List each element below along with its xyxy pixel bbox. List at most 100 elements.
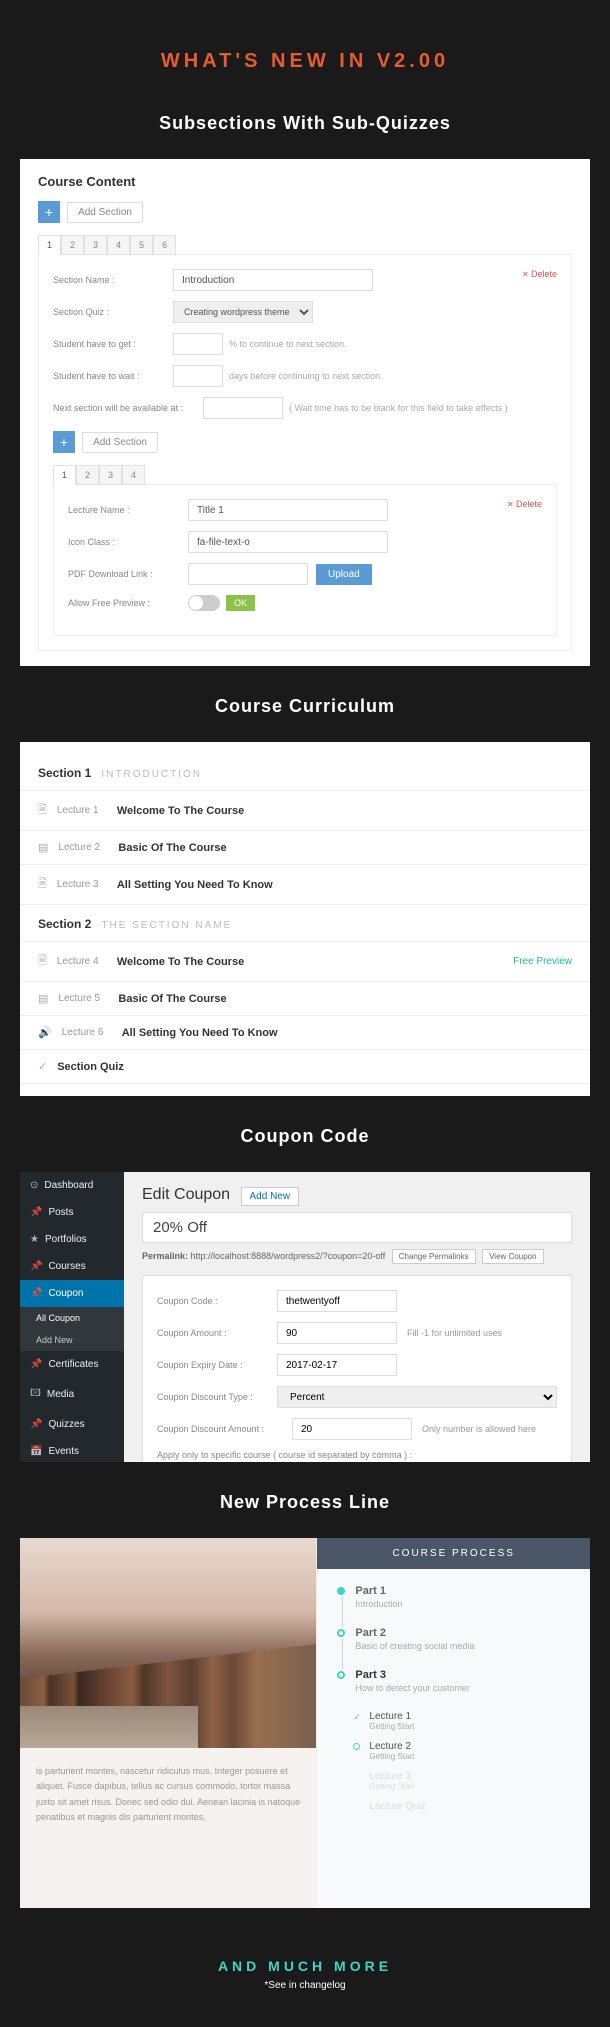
upload-button[interactable]: Upload — [316, 564, 372, 585]
apply-label: Apply only to specific course ( course i… — [157, 1450, 412, 1460]
lecture-row[interactable]: ▤Lecture 2Basic Of The Course — [20, 831, 590, 865]
circle-icon — [353, 1743, 360, 1750]
sidebar-item-certificates[interactable]: 📌Certificates — [20, 1351, 124, 1378]
pin-icon: 📌 — [30, 1288, 42, 1299]
sidebar-item-coupon[interactable]: 📌Coupon — [20, 1280, 124, 1307]
sidebar-item-portfolios[interactable]: ★Portfolios — [20, 1226, 124, 1253]
pin-icon: 📌 — [30, 1419, 42, 1430]
lecture-editor: Delete Lecture Name : Icon Class : PDF D… — [53, 484, 557, 636]
process-part-1[interactable]: Part 1Introduction — [337, 1585, 570, 1609]
tab-1[interactable]: 1 — [38, 235, 61, 255]
add-subsection-label: Add Section — [82, 432, 158, 453]
pdf-input[interactable] — [188, 563, 308, 585]
coupon-title-input[interactable]: 20% Off — [142, 1212, 572, 1243]
amount-hint: Fill -1 for unlimited uses — [407, 1328, 502, 1338]
coupon-code-input[interactable] — [277, 1290, 397, 1312]
inner-tab-3[interactable]: 3 — [99, 465, 122, 485]
course-content-panel: Course Content + Add Section 123456 Dele… — [20, 159, 590, 666]
sidebar-item-media[interactable]: 🖾Media — [20, 1378, 124, 1411]
section-quiz-select[interactable]: Creating wordpress theme — [173, 301, 313, 323]
process-part-3[interactable]: Part 3How to detect your customer — [337, 1669, 570, 1693]
student-wait-hint: days before continuing to next section. — [229, 371, 383, 381]
coupon-amount-input[interactable] — [277, 1322, 397, 1344]
media-icon: 🖾 — [30, 1386, 41, 1403]
tab-6[interactable]: 6 — [153, 235, 176, 255]
tab-3[interactable]: 3 — [84, 235, 107, 255]
next-avail-input[interactable] — [203, 397, 283, 419]
curriculum-section-2: Section 2THE SECTION NAME — [20, 905, 590, 942]
coupon-expiry-input[interactable] — [277, 1354, 397, 1376]
student-get-input[interactable] — [173, 333, 223, 355]
coupon-expiry-label: Coupon Expiry Date : — [157, 1360, 277, 1370]
add-new-button[interactable]: Add New — [241, 1187, 300, 1206]
coupon-form: Coupon Code : Coupon Amount :Fill -1 for… — [142, 1275, 572, 1462]
view-coupon-button[interactable]: View Coupon — [482, 1249, 543, 1264]
free-preview-toggle[interactable] — [188, 595, 220, 611]
discount-type-label: Coupon Discount Type : — [157, 1392, 277, 1402]
pin-icon: 📌 — [30, 1207, 42, 1218]
free-preview-link[interactable]: Free Preview — [513, 956, 572, 967]
edit-coupon-title: Edit Coupon — [142, 1186, 230, 1204]
star-icon: ★ — [30, 1234, 39, 1245]
add-subsection-button[interactable]: + — [53, 431, 75, 453]
lecture-row[interactable]: ▤Lecture 5Basic Of The Course — [20, 982, 590, 1016]
sidebar-sub-add-new[interactable]: Add New — [20, 1329, 124, 1351]
sidebar-item-quizzes[interactable]: 📌Quizzes — [20, 1411, 124, 1438]
discount-type-select[interactable]: Percent — [277, 1386, 557, 1408]
tab-2[interactable]: 2 — [61, 235, 84, 255]
curriculum-section-1: Section 1INTRODUCTION — [20, 754, 590, 791]
icon-class-input[interactable] — [188, 531, 388, 553]
section-heading-curriculum: Course Curriculum — [0, 696, 610, 717]
discount-amount-input[interactable] — [292, 1418, 412, 1440]
student-get-hint: % to continue to next section. — [229, 339, 347, 349]
sidebar-item-posts[interactable]: 📌Posts — [20, 1199, 124, 1226]
coupon-amount-label: Coupon Amount : — [157, 1328, 277, 1338]
inner-tabs: 1234 — [53, 465, 557, 485]
sidebar-item-events[interactable]: 📅Events — [20, 1438, 124, 1462]
process-panel: is parturient montes, nascetur ridiculus… — [20, 1538, 590, 1908]
wp-sidebar: ⊙Dashboard 📌Posts ★Portfolios 📌Courses 📌… — [20, 1172, 124, 1462]
file-icon: 🗎 — [38, 801, 47, 820]
dot-icon — [337, 1629, 345, 1637]
dot-icon — [337, 1671, 345, 1679]
ok-button[interactable]: OK — [226, 595, 255, 611]
process-left: is parturient montes, nascetur ridiculus… — [20, 1538, 316, 1908]
lecture-row[interactable]: 🗎Lecture 4Welcome To The CourseFree Prev… — [20, 942, 590, 982]
section-heading-coupon: Coupon Code — [0, 1126, 610, 1147]
lorem-text: is parturient montes, nascetur ridiculus… — [20, 1748, 316, 1841]
curriculum-panel: Section 1INTRODUCTION 🗎Lecture 1Welcome … — [20, 742, 590, 1096]
section-name-input[interactable] — [173, 269, 373, 291]
student-wait-input[interactable] — [173, 365, 223, 387]
process-part-2[interactable]: Part 2Basic of creating social media — [337, 1627, 570, 1651]
allow-free-label: Allow Free Preview : — [68, 598, 188, 608]
check-icon: ✓ — [353, 1712, 361, 1723]
lecture-name-input[interactable] — [188, 499, 388, 521]
delete-button[interactable]: Delete — [522, 269, 557, 279]
section-editor: Delete Section Name : Section Quiz : Cre… — [38, 254, 572, 651]
inner-tab-1[interactable]: 1 — [53, 465, 76, 485]
process-right: COURSE PROCESS Part 1Introduction Part 2… — [316, 1538, 590, 1908]
add-section-button[interactable]: + — [38, 201, 60, 223]
inner-tab-2[interactable]: 2 — [76, 465, 99, 485]
sidebar-item-dashboard[interactable]: ⊙Dashboard — [20, 1172, 124, 1199]
train-image — [20, 1538, 316, 1748]
inner-tab-4[interactable]: 4 — [122, 465, 145, 485]
delete-lecture-button[interactable]: Delete — [507, 499, 542, 509]
sidebar-sub-all-coupon[interactable]: All Coupon — [20, 1307, 124, 1329]
wp-main: Edit Coupon Add New 20% Off Permalink: h… — [124, 1172, 590, 1462]
lecture-row[interactable]: 🗎Lecture 1Welcome To The Course — [20, 791, 590, 831]
lecture-row[interactable]: 🗎Lecture 3All Setting You Need To Know — [20, 865, 590, 905]
lecture-row[interactable]: 🔊Lecture 6All Setting You Need To Know — [20, 1016, 590, 1050]
tab-5[interactable]: 5 — [130, 235, 153, 255]
sidebar-item-courses[interactable]: 📌Courses — [20, 1253, 124, 1280]
discount-hint: Only number is allowed here — [422, 1424, 536, 1434]
list-icon: ▤ — [38, 992, 48, 1005]
change-permalinks-button[interactable]: Change Permalinks — [392, 1249, 476, 1264]
process-lecture-1[interactable]: ✓Lecture 1Getting Start — [337, 1711, 570, 1731]
quiz-row[interactable]: ✓Section Quiz — [20, 1050, 590, 1084]
dashboard-icon: ⊙ — [30, 1180, 38, 1191]
pin-icon: 📌 — [30, 1359, 42, 1370]
pdf-label: PDF Download Link : — [68, 569, 188, 579]
process-lecture-2[interactable]: Lecture 2Getting Start — [337, 1741, 570, 1761]
tab-4[interactable]: 4 — [107, 235, 130, 255]
